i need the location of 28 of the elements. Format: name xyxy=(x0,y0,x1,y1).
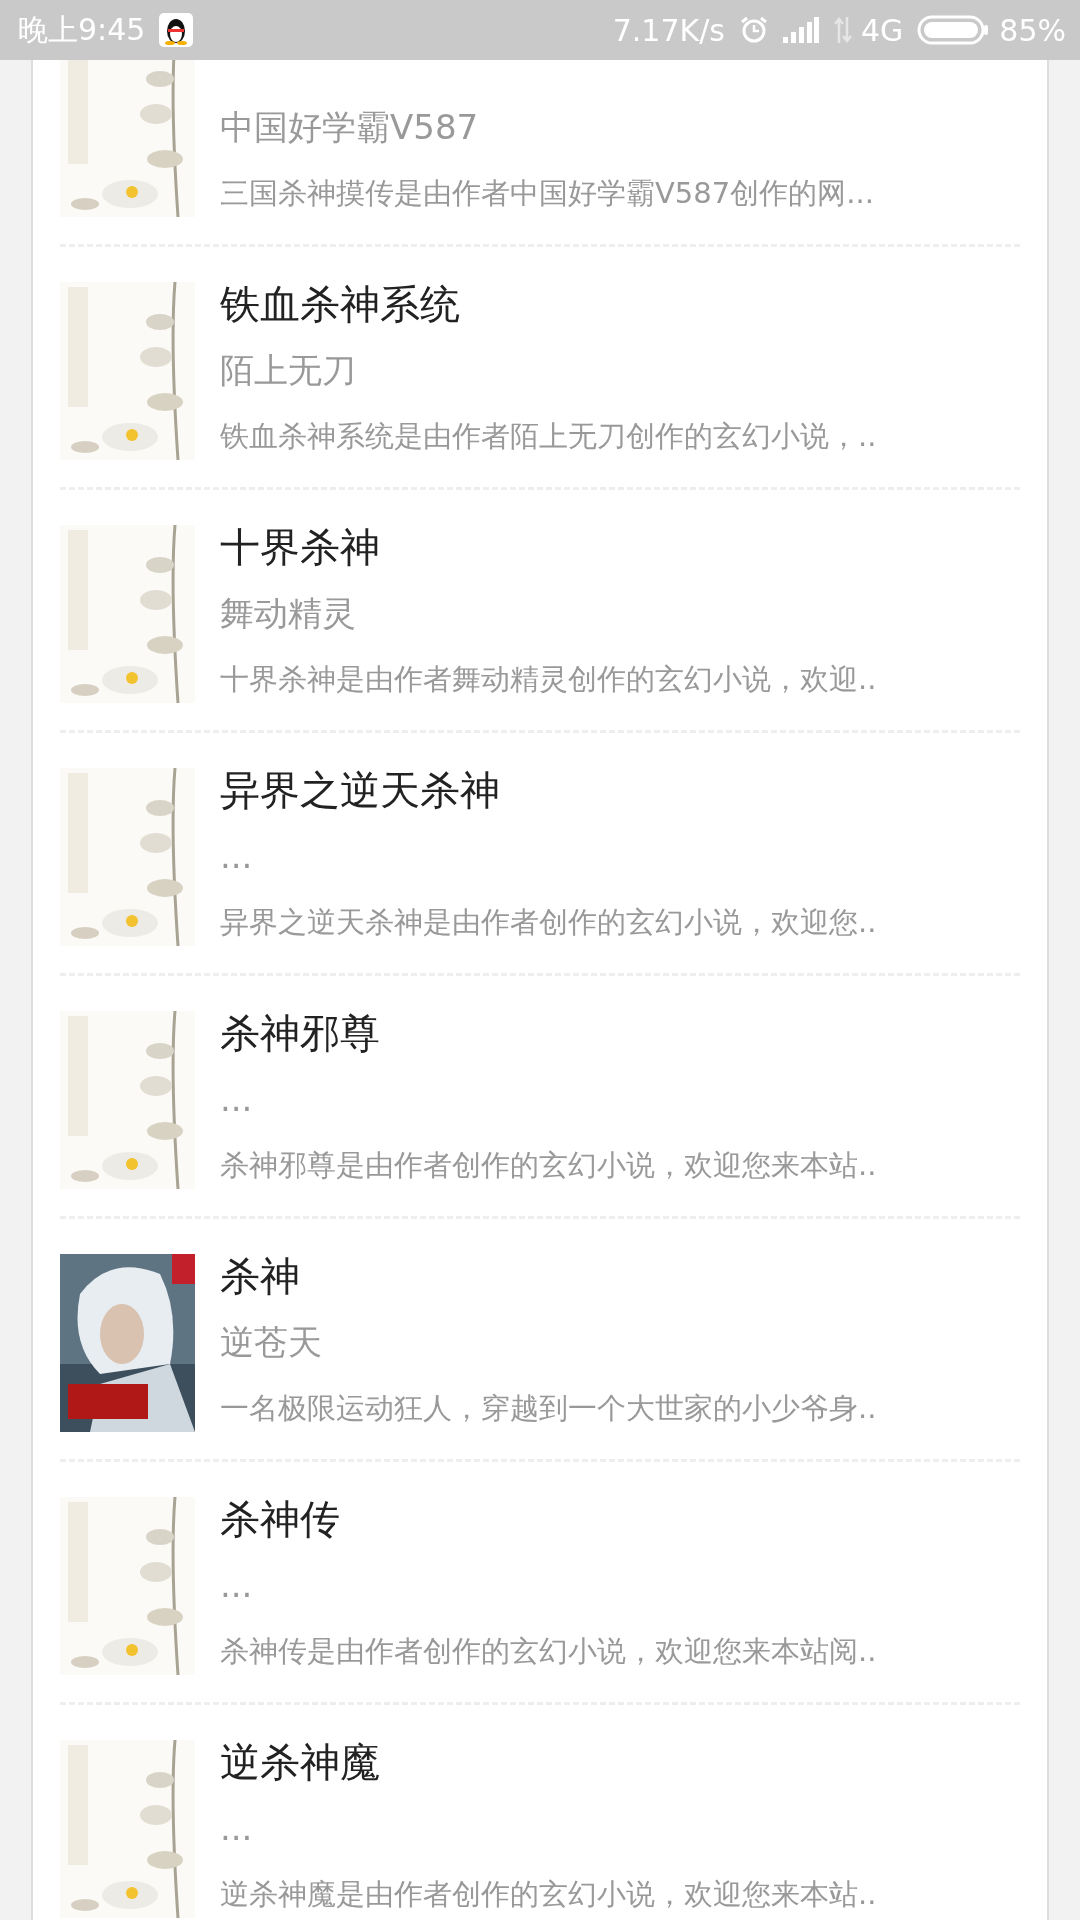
penguin-icon xyxy=(159,13,194,47)
book-summary: 铁血杀神系统是由作者陌上无刀创作的玄幻小说，.. xyxy=(220,418,878,455)
battery-icon xyxy=(917,15,990,45)
book-title[interactable]: 异界之逆天杀神 xyxy=(220,757,1020,823)
book-summary: 杀神邪尊是由作者创作的玄幻小说，欢迎您来本站.. xyxy=(220,1147,878,1184)
book-title[interactable]: 十界杀神 xyxy=(220,514,1020,580)
book-summary: 三国杀神摸传是由作者中国好学霸V587创作的网... xyxy=(220,175,875,212)
book-author: 逆苍天 xyxy=(220,1321,323,1364)
book-author: ... xyxy=(220,1807,254,1850)
book-author: 陌上无刀 xyxy=(220,349,357,392)
book-summary: 杀神传是由作者创作的玄幻小说，欢迎您来本站阅.. xyxy=(220,1633,878,1670)
book-summary: 异界之逆天杀神是由作者创作的玄幻小说，欢迎您.. xyxy=(220,904,878,941)
book-summary: 十界杀神是由作者舞动精灵创作的玄幻小说，欢迎.. xyxy=(220,661,878,698)
book-author: 中国好学霸V587 xyxy=(220,106,480,149)
book-title[interactable]: 杀神邪尊 xyxy=(220,1000,1020,1066)
book-author: ... xyxy=(220,1564,254,1607)
book-title[interactable]: 杀神 xyxy=(220,1243,1020,1309)
book-title[interactable]: 铁血杀神系统 xyxy=(220,271,1020,337)
book-author: 舞动精灵 xyxy=(220,592,357,635)
signal-icon xyxy=(782,17,819,43)
alarm-clock-icon xyxy=(738,15,769,45)
book-summary: 一名极限运动狂人，穿越到一个大世家的小少爷身.. xyxy=(220,1390,878,1427)
book-title[interactable]: 逆杀神魔 xyxy=(220,1729,1020,1795)
book-title[interactable]: 杀神传 xyxy=(220,1486,1020,1552)
data-arrows-icon xyxy=(832,15,853,45)
book-author: ... xyxy=(220,835,254,878)
book-author: ... xyxy=(220,1078,254,1121)
book-summary: 逆杀神魔是由作者创作的玄幻小说，欢迎您来本站.. xyxy=(220,1876,878,1913)
